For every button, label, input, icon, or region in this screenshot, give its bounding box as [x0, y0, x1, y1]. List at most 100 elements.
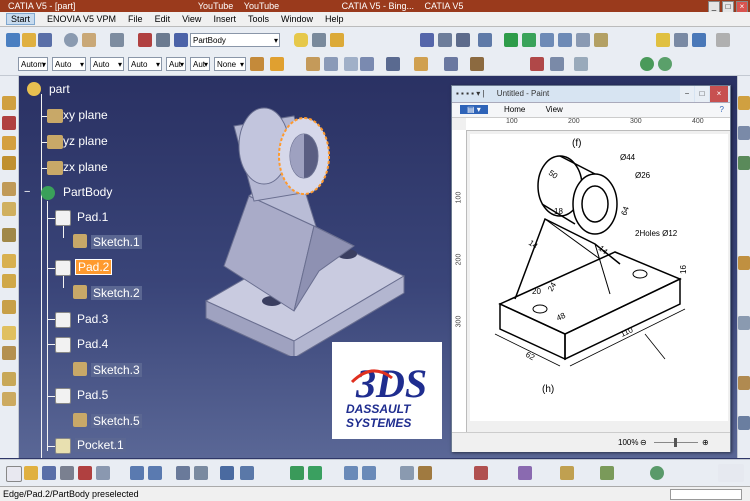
- sketch-feature-icon[interactable]: [73, 413, 87, 427]
- thickness-icon[interactable]: [574, 57, 588, 71]
- multi-icon[interactable]: [600, 466, 614, 480]
- linetype-combo[interactable]: Auto: [128, 57, 162, 72]
- paint-help-icon[interactable]: ?: [720, 103, 724, 117]
- copy-icon[interactable]: [96, 466, 110, 480]
- grid-icon[interactable]: [438, 33, 452, 47]
- publish-icon[interactable]: [738, 376, 750, 390]
- select-icon[interactable]: [420, 33, 434, 47]
- new-icon[interactable]: [6, 33, 20, 47]
- swap-icon[interactable]: [692, 33, 706, 47]
- power-input-icon[interactable]: [110, 33, 124, 47]
- menu-insert[interactable]: Insert: [213, 14, 236, 24]
- paint-maximize-button[interactable]: □: [695, 86, 709, 102]
- view-icon[interactable]: [400, 466, 414, 480]
- layer-combo[interactable]: Aut: [190, 57, 210, 72]
- tree-zx-plane[interactable]: zx plane: [61, 160, 110, 174]
- undo-icon[interactable]: [130, 466, 144, 480]
- zoom-in-icon[interactable]: [344, 466, 358, 480]
- open-icon[interactable]: [22, 33, 36, 47]
- command-field[interactable]: [670, 489, 742, 500]
- cylinder-icon[interactable]: [294, 33, 308, 47]
- tree-sketch-2[interactable]: Sketch.2: [91, 286, 142, 300]
- open-icon[interactable]: [24, 466, 38, 480]
- sketch-mode-icon[interactable]: [270, 57, 284, 71]
- formula-icon[interactable]: [176, 466, 190, 480]
- zoom-in-icon[interactable]: [540, 33, 554, 47]
- hand-icon[interactable]: [82, 33, 96, 47]
- print-icon[interactable]: [60, 466, 74, 480]
- render-combo[interactable]: None: [214, 57, 246, 72]
- zoom-out-button[interactable]: ⊖: [640, 433, 647, 452]
- taskbar-tab[interactable]: CATIA V5: [425, 1, 464, 11]
- mirror-icon[interactable]: [414, 57, 428, 71]
- tree-pocket-1[interactable]: Pocket.1: [75, 438, 126, 452]
- hide-icon[interactable]: [518, 466, 532, 480]
- properties-icon[interactable]: [174, 33, 188, 47]
- tree-partbody[interactable]: PartBody: [61, 185, 114, 199]
- menu-tools[interactable]: Tools: [248, 14, 269, 24]
- boolean-icon[interactable]: [386, 57, 400, 71]
- plane-icon[interactable]: [306, 57, 320, 71]
- measure-icon[interactable]: [156, 33, 170, 47]
- rotate-icon[interactable]: [308, 466, 322, 480]
- normal-view-icon[interactable]: [576, 33, 590, 47]
- fillet-icon[interactable]: [2, 182, 16, 196]
- new-icon[interactable]: [6, 466, 22, 482]
- thick-surface-icon[interactable]: [2, 346, 16, 360]
- sketch-feature-icon[interactable]: [73, 362, 87, 376]
- sketch-feature-icon[interactable]: [73, 285, 87, 299]
- pad-feature-icon[interactable]: [55, 388, 71, 404]
- scissors-icon[interactable]: [138, 33, 152, 47]
- menu-window[interactable]: Window: [281, 14, 313, 24]
- normal-icon[interactable]: [560, 466, 574, 480]
- pan-icon[interactable]: [290, 466, 304, 480]
- zoom-out-icon[interactable]: [362, 466, 376, 480]
- tree-pad-1[interactable]: Pad.1: [75, 210, 110, 224]
- paint-canvas[interactable]: (f) Ø44 Ø26 50 64 18 14 14 2Holes Ø12 16…: [470, 134, 728, 421]
- menu-enovia[interactable]: ENOVIA V5 VPM: [47, 14, 116, 24]
- sketcher-icon[interactable]: [738, 96, 750, 110]
- compass-icon[interactable]: [456, 33, 470, 47]
- paint-tab-home[interactable]: Home: [504, 105, 525, 114]
- zoom-slider-thumb[interactable]: [674, 438, 677, 447]
- tree-sketch-3[interactable]: Sketch.3: [91, 363, 142, 377]
- menu-start[interactable]: Start: [6, 13, 36, 25]
- lighting-icon[interactable]: [716, 33, 730, 47]
- comment-icon[interactable]: [194, 466, 208, 480]
- surface-icon[interactable]: [738, 256, 750, 270]
- fly-icon[interactable]: [312, 33, 326, 47]
- linewidth-combo[interactable]: Auto: [90, 57, 124, 72]
- paint-window[interactable]: ▪ ▪ ▪ ▪ ▾ | Untitled - Paint − □ × ▤ ▾ H…: [451, 85, 731, 452]
- shaft-icon[interactable]: [2, 136, 16, 150]
- pad-icon[interactable]: [2, 96, 16, 110]
- save-icon[interactable]: [42, 466, 56, 480]
- transparency-combo[interactable]: Auto: [52, 57, 86, 72]
- pocket-icon[interactable]: [2, 116, 16, 130]
- material-icon[interactable]: [650, 466, 664, 480]
- scale-icon[interactable]: [470, 57, 484, 71]
- paint-minimize-button[interactable]: −: [680, 86, 694, 102]
- menu-file[interactable]: File: [128, 14, 143, 24]
- pad-feature-icon[interactable]: [55, 337, 71, 353]
- cut-icon[interactable]: [78, 466, 92, 480]
- fit-all-icon[interactable]: [478, 33, 492, 47]
- translate-icon[interactable]: [2, 254, 16, 268]
- rotate-icon[interactable]: [522, 33, 536, 47]
- redo-icon[interactable]: [148, 466, 162, 480]
- pattern-icon[interactable]: [444, 57, 458, 71]
- split-icon[interactable]: [2, 326, 16, 340]
- point-icon[interactable]: [344, 57, 358, 71]
- taskbar-tab[interactable]: YouTube: [198, 1, 233, 11]
- body-selector[interactable]: PartBody: [190, 33, 280, 48]
- paint-tab-view[interactable]: View: [546, 105, 563, 114]
- menu-edit[interactable]: Edit: [155, 14, 171, 24]
- draft-icon[interactable]: [550, 57, 564, 71]
- tree-sketch-5[interactable]: Sketch.5: [91, 414, 142, 428]
- catalog-icon[interactable]: [738, 416, 750, 430]
- render-icon[interactable]: [658, 57, 672, 71]
- pocket-feature-icon[interactable]: [55, 438, 71, 454]
- hole-icon[interactable]: [2, 156, 16, 170]
- zoom-in-button[interactable]: ⊕: [702, 433, 709, 452]
- rotate-part-icon[interactable]: [2, 274, 16, 288]
- axis-icon[interactable]: [738, 126, 750, 140]
